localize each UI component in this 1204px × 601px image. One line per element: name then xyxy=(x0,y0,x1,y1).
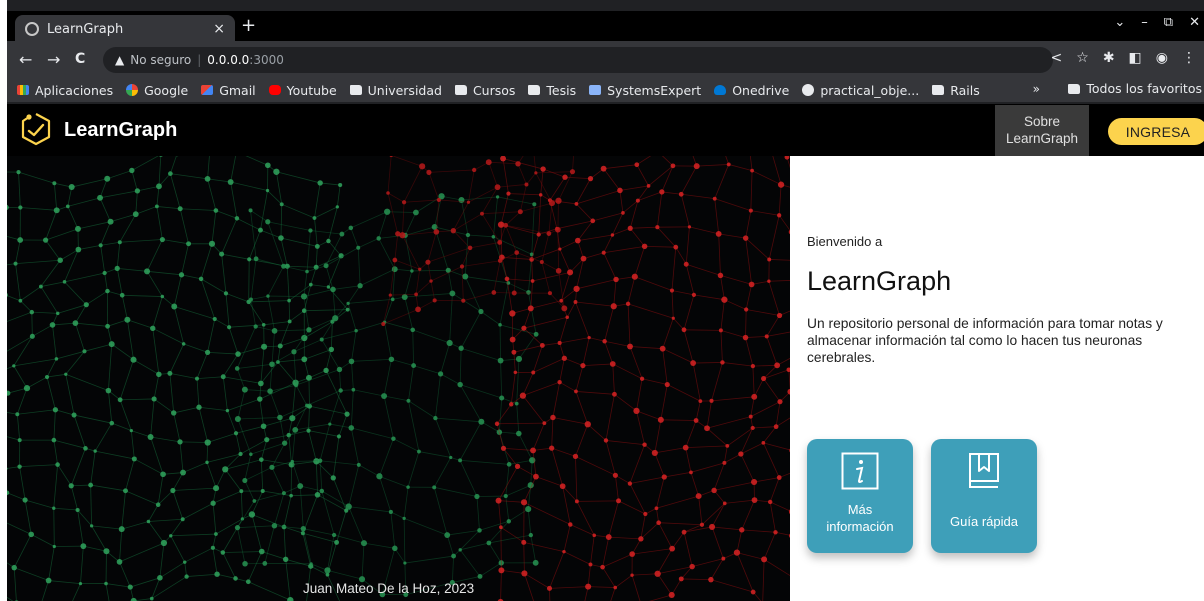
omnibox-separator: | xyxy=(197,53,202,67)
back-icon[interactable]: ← xyxy=(19,50,32,69)
app-header: LearnGraph Sobre LearnGraph INGRESA xyxy=(7,104,1204,156)
bookmark-label: Youtube xyxy=(286,82,337,98)
forward-icon[interactable]: → xyxy=(47,50,60,69)
bookmark-tesis[interactable]: Tesis xyxy=(528,83,576,98)
extensions-icon[interactable]: ✱ xyxy=(1103,50,1115,66)
welcome-text: Bienvenido a xyxy=(807,234,883,249)
bookmark-systemsexpert[interactable]: SystemsExpert xyxy=(589,83,701,98)
bookmark-google[interactable]: Google xyxy=(126,83,188,98)
google-icon xyxy=(126,84,139,96)
bookmark-practical-obje[interactable]: practical_obje... xyxy=(802,83,919,98)
browser-chrome: LearnGraph × + ⌄ – ⧉ ✕ ← → C ▲ No seguro… xyxy=(0,0,1204,104)
folder-icon xyxy=(1068,83,1081,94)
more-info-card[interactable]: Más información xyxy=(807,439,913,553)
quick-guide-label: Guía rápida xyxy=(950,514,1018,529)
star-icon[interactable]: ☆ xyxy=(1076,50,1089,66)
warning-icon: ▲ xyxy=(115,53,125,67)
url-port: :3000 xyxy=(249,53,284,67)
image-credit: Juan Mateo De la Hoz, 2023 xyxy=(303,581,475,596)
window-edge xyxy=(0,0,7,601)
address-bar[interactable]: ▲ No seguro | 0.0.0.0 :3000 xyxy=(103,47,1053,73)
app-brand[interactable]: LearnGraph xyxy=(64,119,177,142)
share-icon[interactable]: < xyxy=(1051,50,1063,66)
systemsexpert-icon xyxy=(589,85,602,95)
bookmarks-bar: Aplicaciones Google Gmail Youtube Univer… xyxy=(7,78,1204,102)
welcome-panel: Bienvenido a LearnGraph Un repositorio p… xyxy=(790,156,1204,601)
bookmark-gmail[interactable]: Gmail xyxy=(201,82,256,98)
youtube-icon xyxy=(268,85,281,95)
apps-icon xyxy=(17,85,29,95)
about-learngraph-button[interactable]: Sobre LearnGraph xyxy=(995,105,1089,156)
tab-close-button[interactable]: × xyxy=(213,21,225,37)
bookmark-onedrive[interactable]: Onedrive xyxy=(714,83,789,98)
app-description: Un repositorio personal de información p… xyxy=(807,316,1163,365)
all-bookmarks-button[interactable]: Todos los favoritos xyxy=(1068,81,1202,96)
folder-icon xyxy=(932,85,945,95)
tab-strip: LearnGraph × + ⌄ – ⧉ ✕ xyxy=(7,11,1204,43)
bookmark-label: Cursos xyxy=(472,82,516,98)
bookmark-label: Aplicaciones xyxy=(35,82,114,98)
github-icon xyxy=(802,84,815,96)
globe-icon xyxy=(25,22,39,36)
new-tab-button[interactable]: + xyxy=(241,15,256,36)
page-title: LearnGraph xyxy=(807,266,952,296)
bookmark-aplicaciones[interactable]: Aplicaciones xyxy=(17,83,113,98)
learngraph-logo-icon[interactable] xyxy=(19,112,53,146)
close-window-icon[interactable]: ✕ xyxy=(1189,15,1200,30)
bookmark-label: SystemsExpert xyxy=(607,82,702,98)
folder-icon xyxy=(349,85,362,95)
bookmark-label: Google xyxy=(144,82,189,98)
info-icon xyxy=(807,451,913,491)
bookmark-label: Onedrive xyxy=(732,82,790,98)
tab-search-icon[interactable]: ⌄ xyxy=(1114,15,1125,30)
gmail-icon xyxy=(201,85,214,95)
tab-title: LearnGraph xyxy=(47,21,124,37)
more-info-label: Más información xyxy=(826,502,894,534)
bookmark-label: Rails xyxy=(950,82,980,98)
sidepanel-icon[interactable]: ◧ xyxy=(1129,50,1142,66)
bookmark-label: Gmail xyxy=(219,82,256,98)
bookmark-label: Tesis xyxy=(546,82,577,98)
login-button[interactable]: INGRESA xyxy=(1108,118,1204,145)
bookmark-label: practical_obje... xyxy=(820,82,920,98)
profile-icon[interactable]: ◉ xyxy=(1156,50,1168,66)
hero-image xyxy=(7,156,790,601)
bookmark-youtube[interactable]: Youtube xyxy=(268,82,337,98)
reload-icon[interactable]: C xyxy=(75,51,85,67)
menu-icon[interactable]: ⋮ xyxy=(1182,50,1196,66)
security-label: No seguro xyxy=(130,53,192,67)
bookmark-label: Universidad xyxy=(367,82,442,98)
bookmark-cursos[interactable]: Cursos xyxy=(454,82,516,98)
minimize-icon[interactable]: – xyxy=(1141,15,1148,30)
browser-toolbar: ← → C ▲ No seguro | 0.0.0.0 :3000 < ☆ ✱ … xyxy=(7,41,1204,78)
bookmark-rails[interactable]: Rails xyxy=(932,83,980,98)
neural-network-illustration xyxy=(7,156,790,601)
onedrive-icon xyxy=(714,85,727,95)
bookmarks-overflow-button[interactable]: » xyxy=(1033,82,1040,96)
quick-guide-card[interactable]: Guía rápida xyxy=(931,439,1037,553)
folder-icon xyxy=(528,85,541,95)
browser-tab[interactable]: LearnGraph × xyxy=(15,15,235,43)
restore-icon[interactable]: ⧉ xyxy=(1164,15,1173,30)
bookmark-universidad[interactable]: Universidad xyxy=(349,82,442,98)
book-icon xyxy=(931,451,1037,491)
learngraph-app: LearnGraph Sobre LearnGraph INGRESA Juan… xyxy=(7,104,1204,601)
window-controls: ⌄ – ⧉ ✕ xyxy=(1114,15,1200,30)
url-host: 0.0.0.0 xyxy=(207,53,250,67)
toolbar-actions: < ☆ ✱ ◧ ◉ ⋮ xyxy=(1051,50,1196,66)
all-bookmarks-label: Todos los favoritos xyxy=(1086,81,1202,96)
folder-icon xyxy=(454,85,467,95)
